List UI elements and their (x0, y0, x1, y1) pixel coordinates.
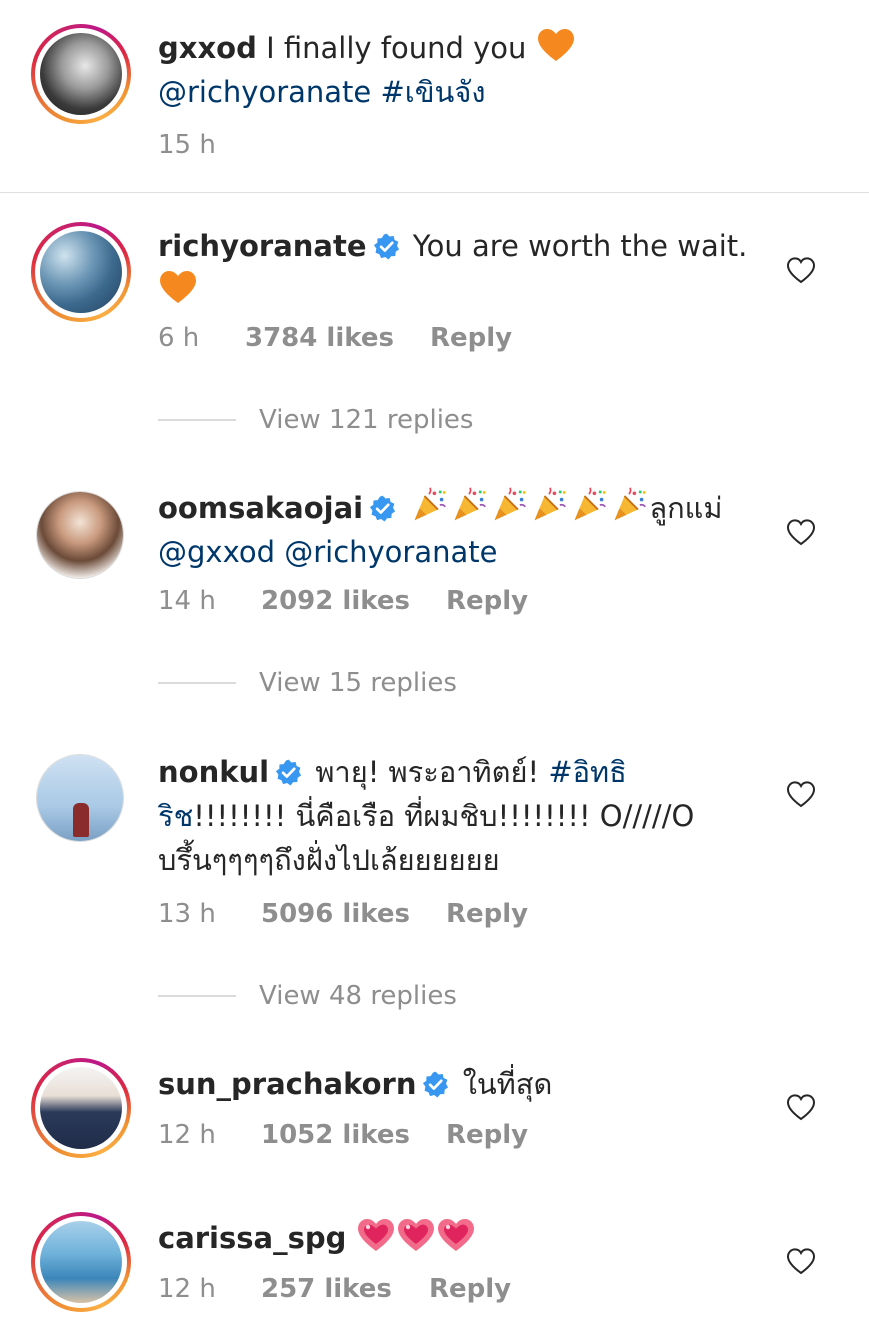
comment-username[interactable]: sun_prachakorn (158, 1067, 416, 1101)
like-heart-icon[interactable] (786, 1247, 816, 1275)
comment-text: oomsakaojai ลูกแม่ @gxxod @richyoranate (158, 486, 768, 574)
caption-text: gxxod I finally found you @richyoranate … (158, 26, 768, 114)
comment-username[interactable]: oomsakaojai (158, 491, 363, 525)
comment-text: sun_prachakorn ในที่สุด (158, 1062, 768, 1106)
reply-button[interactable]: Reply (446, 899, 528, 929)
party-popper-emoji-icon (529, 487, 569, 523)
comment-time: 14 h (158, 586, 216, 616)
comment-meta: 6 h 3784 likes Reply (158, 323, 512, 353)
comment-likes[interactable]: 257 likes (261, 1274, 429, 1304)
comment-body: ลูกแม่ (649, 491, 723, 525)
comment-mention[interactable]: @richyoranate (284, 535, 497, 569)
reply-button[interactable]: Reply (446, 586, 528, 616)
avatar-sun-prachakorn[interactable] (31, 1058, 131, 1158)
verified-badge-icon (369, 495, 396, 522)
comment-likes[interactable]: 1052 likes (261, 1120, 446, 1150)
view-replies-button[interactable]: View 48 replies (158, 981, 457, 1011)
reply-button[interactable]: Reply (446, 1120, 528, 1150)
comment-meta: 14 h 2092 likes Reply (158, 586, 528, 616)
comment-time: 13 h (158, 899, 216, 929)
comment-body: You are worth the wait. (412, 229, 748, 263)
avatar-carissa-spg[interactable] (31, 1212, 131, 1312)
comment-time: 12 h (158, 1274, 216, 1304)
view-replies-label: View 15 replies (259, 668, 457, 698)
comment-text: nonkul พายุ! พระอาทิตย์! #อิทธิริช!!!!!!… (158, 750, 768, 882)
comment-meta: 12 h 257 likes Reply (158, 1274, 511, 1304)
like-heart-icon[interactable] (786, 256, 816, 284)
comment-likes[interactable]: 2092 likes (261, 586, 446, 616)
comment-meta: 12 h 1052 likes Reply (158, 1120, 528, 1150)
reply-button[interactable]: Reply (430, 323, 512, 353)
profile-photo (40, 1221, 122, 1303)
comment-hashtag[interactable]: #อิทธิ (548, 755, 627, 789)
comment-likes[interactable]: 5096 likes (261, 899, 446, 929)
caption-time: 15 h (158, 130, 216, 160)
avatar-gxxod[interactable] (31, 24, 131, 124)
sparkling-heart-emoji-icon (436, 1217, 476, 1253)
profile-photo (37, 492, 123, 578)
party-popper-emoji-icon (489, 487, 529, 523)
comment-hashtag-cont[interactable]: ริช (158, 799, 193, 833)
sparkling-heart-emoji-icon (396, 1217, 436, 1253)
view-replies-label: View 121 replies (259, 405, 474, 435)
caption-body: I finally found you (266, 31, 527, 65)
reply-button[interactable]: Reply (429, 1274, 511, 1304)
like-heart-icon[interactable] (786, 518, 816, 546)
like-heart-icon[interactable] (786, 780, 816, 808)
comment-text: richyoranate You are worth the wait. (158, 224, 768, 312)
profile-photo (40, 1067, 122, 1149)
profile-photo (40, 33, 122, 115)
comment-body: ในที่สุด (462, 1067, 553, 1101)
verified-badge-icon (422, 1071, 449, 1098)
verified-badge-icon (373, 233, 400, 260)
party-popper-emoji-icon (609, 487, 649, 523)
view-replies-label: View 48 replies (259, 981, 457, 1011)
comment-time: 12 h (158, 1120, 216, 1150)
comment-body: บรึ้นๆๆๆๆถึงฝั่งไปเล้ยยยยยย (158, 843, 500, 877)
caption-meta: 15 h (158, 130, 216, 160)
party-popper-emoji-icon (449, 487, 489, 523)
avatar-nonkul[interactable] (31, 749, 131, 849)
comment-likes[interactable]: 3784 likes (245, 323, 430, 353)
replies-line (158, 995, 236, 997)
orange-heart-emoji-icon (158, 269, 198, 305)
profile-photo (40, 231, 122, 313)
orange-heart-emoji-icon (536, 27, 576, 63)
comment-username[interactable]: carissa_spg (158, 1221, 346, 1255)
caption-hashtag[interactable]: #เขินจัง (381, 75, 486, 109)
comment-text: carissa_spg (158, 1216, 768, 1260)
verified-badge-icon (275, 759, 302, 786)
replies-line (158, 682, 236, 684)
comment-username[interactable]: nonkul (158, 755, 269, 789)
sparkling-heart-emoji-icon (356, 1217, 396, 1253)
comment-body: !!!!!!!! นี่คือเรือ ที่ผมชิบ!!!!!!!! O//… (193, 799, 695, 833)
caption-divider (0, 192, 869, 193)
caption-username[interactable]: gxxod (158, 31, 257, 65)
avatar-oomsakaojai[interactable] (31, 486, 131, 586)
comment-username[interactable]: richyoranate (158, 229, 367, 263)
comment-body: พายุ! พระอาทิตย์! (315, 755, 540, 789)
comment-time: 6 h (158, 323, 200, 353)
like-heart-icon[interactable] (786, 1093, 816, 1121)
party-popper-emoji-icon (409, 487, 449, 523)
replies-line (158, 419, 236, 421)
caption-mention[interactable]: @richyoranate (158, 75, 371, 109)
view-replies-button[interactable]: View 15 replies (158, 668, 457, 698)
party-popper-emoji-icon (569, 487, 609, 523)
profile-photo (37, 755, 123, 841)
view-replies-button[interactable]: View 121 replies (158, 405, 473, 435)
comment-mention[interactable]: @gxxod (158, 535, 275, 569)
comment-meta: 13 h 5096 likes Reply (158, 899, 528, 929)
avatar-richyoranate[interactable] (31, 222, 131, 322)
